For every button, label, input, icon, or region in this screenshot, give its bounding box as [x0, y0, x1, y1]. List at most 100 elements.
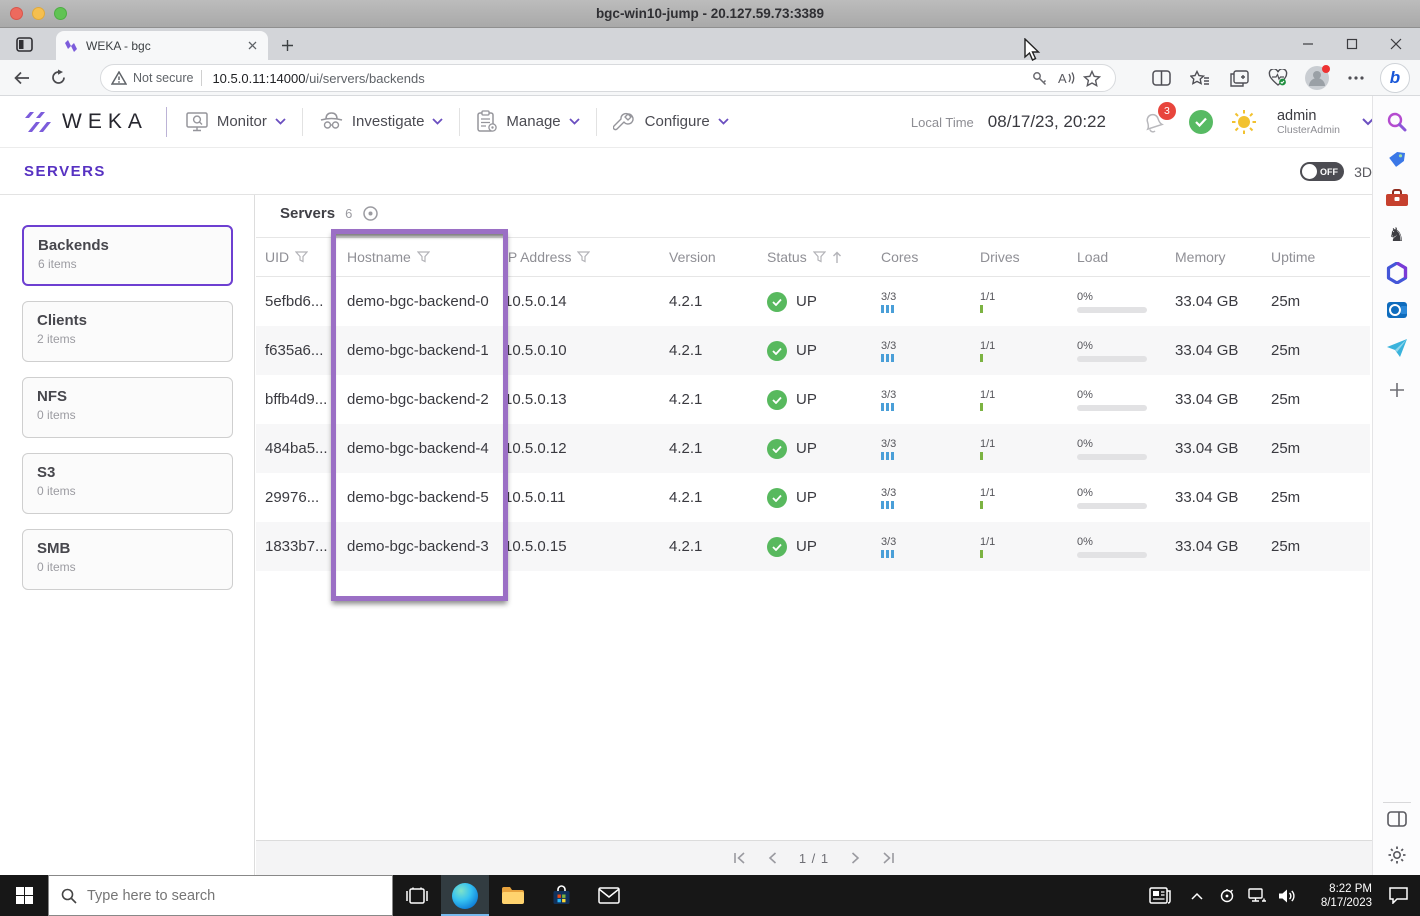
table-row[interactable]: 1833b7... demo-bgc-backend-3 10.5.0.15 4… [256, 522, 1370, 571]
table-row[interactable]: 5efbd6... demo-bgc-backend-0 10.5.0.14 4… [256, 277, 1370, 326]
profile-button[interactable] [1302, 63, 1332, 93]
load-bar [1077, 502, 1147, 509]
window-close-button[interactable] [1386, 34, 1406, 54]
menu-configure[interactable]: Configure [612, 111, 729, 133]
divider [1383, 802, 1411, 803]
status-up-icon [767, 340, 787, 361]
security-label[interactable]: Not secure [133, 71, 193, 85]
sidebar-add-button[interactable] [1383, 376, 1411, 404]
column-hostname[interactable]: Hostname [347, 249, 504, 265]
read-aloud-button[interactable]: A [1053, 65, 1079, 91]
table-row[interactable]: bffb4d9... demo-bgc-backend-2 10.5.0.13 … [256, 375, 1370, 424]
password-button[interactable] [1027, 65, 1053, 91]
cluster-health-ok-icon[interactable] [1188, 110, 1213, 134]
task-view-button[interactable] [393, 875, 441, 916]
sidebar-item-smb[interactable]: SMB 0 items [22, 529, 233, 590]
split-screen-button[interactable] [1146, 63, 1176, 93]
filter-icon[interactable] [416, 251, 430, 263]
sidebar-games-button[interactable]: ♞ [1383, 221, 1411, 249]
weka-logo-icon [25, 111, 51, 132]
sidebar-tools-button[interactable] [1383, 184, 1411, 212]
action-center-button[interactable] [1376, 875, 1420, 916]
new-tab-button[interactable] [278, 36, 296, 54]
reload-button[interactable] [44, 64, 72, 92]
browser-essentials-button[interactable] [1263, 63, 1293, 93]
column-status[interactable]: Status [767, 249, 881, 265]
profile-alert-dot [1322, 65, 1330, 73]
window-minimize-button[interactable] [1298, 34, 1318, 54]
table-body: 5efbd6... demo-bgc-backend-0 10.5.0.14 4… [256, 277, 1370, 571]
last-page-button[interactable] [882, 852, 895, 864]
sidebar-toggle-icon [1386, 811, 1407, 827]
sidebar-toggle-button[interactable] [1383, 805, 1411, 833]
remote-device-icon [1220, 888, 1234, 902]
column-ip-address[interactable]: IP Address [504, 249, 669, 265]
store-button[interactable] [537, 875, 585, 916]
weka-logo[interactable]: WEKA [24, 110, 148, 134]
address-bar[interactable]: Not secure 10.5.0.11:14000 /ui/servers/b… [100, 64, 1116, 92]
tray-expand-button[interactable] [1182, 875, 1212, 916]
theme-toggle-button[interactable] [1231, 109, 1257, 135]
browser-toolbar: Not secure 10.5.0.11:14000 /ui/servers/b… [0, 60, 1420, 96]
widgets-button[interactable] [1138, 875, 1182, 916]
tab-actions-button[interactable] [12, 33, 36, 55]
sidebar-search-button[interactable] [1383, 108, 1411, 136]
column-load[interactable]: Load [1077, 249, 1175, 265]
favorite-this-page-button[interactable] [1079, 65, 1105, 91]
column-cores[interactable]: Cores [881, 249, 980, 265]
3d-view-toggle[interactable]: OFF [1300, 162, 1344, 181]
visibility-icon[interactable] [362, 205, 379, 222]
tray-device-icon[interactable] [1212, 875, 1242, 916]
table-row[interactable]: 29976... demo-bgc-backend-5 10.5.0.11 4.… [256, 473, 1370, 522]
sidebar-item-backends[interactable]: Backends 6 items [22, 225, 233, 286]
window-maximize-button[interactable] [1342, 34, 1362, 54]
taskbar-clock[interactable]: 8:22 PM 8/17/2023 [1302, 882, 1376, 910]
browser-tab[interactable]: WEKA - bgc [56, 31, 268, 60]
filter-icon[interactable] [812, 251, 826, 263]
column-uid[interactable]: UID [265, 249, 347, 265]
tray-volume-icon[interactable] [1272, 875, 1302, 916]
sidebar-settings-button[interactable] [1383, 841, 1411, 869]
column-drives[interactable]: Drives [980, 249, 1077, 265]
table-row[interactable]: f635a6... demo-bgc-backend-1 10.5.0.10 4… [256, 326, 1370, 375]
menu-investigate[interactable]: Investigate [319, 111, 444, 133]
edge-taskbar-button[interactable] [441, 875, 489, 916]
sidebar-drop-button[interactable] [1383, 334, 1411, 362]
table-row[interactable]: 484ba5... demo-bgc-backend-4 10.5.0.12 4… [256, 424, 1370, 473]
sidebar-shopping-button[interactable] [1383, 146, 1411, 174]
sort-ascending-icon[interactable] [832, 251, 842, 264]
sidebar-item-nfs[interactable]: NFS 0 items [22, 377, 233, 438]
sidebar-m365-button[interactable] [1383, 259, 1411, 287]
menu-monitor[interactable]: Monitor [185, 111, 286, 132]
favorites-button[interactable] [1185, 63, 1215, 93]
tab-close-button[interactable] [244, 38, 260, 54]
column-uptime[interactable]: Uptime [1271, 249, 1370, 265]
taskbar-search-input[interactable] [87, 887, 347, 904]
search-icon [61, 888, 77, 904]
file-explorer-button[interactable] [489, 875, 537, 916]
filter-icon[interactable] [577, 251, 591, 263]
sidebar-item-s3[interactable]: S3 0 items [22, 453, 233, 514]
notifications-button[interactable]: 3 [1140, 101, 1176, 136]
first-page-button[interactable] [733, 852, 746, 864]
tray-network-icon[interactable] [1242, 875, 1272, 916]
browser-menu-button[interactable] [1341, 63, 1371, 93]
svg-text:A: A [1058, 71, 1067, 86]
bing-chat-button[interactable]: b [1380, 63, 1410, 93]
column-version[interactable]: Version [669, 249, 767, 265]
column-memory[interactable]: Memory [1175, 249, 1271, 265]
drives-cell: 1/1 [980, 340, 1077, 362]
start-button[interactable] [0, 875, 48, 916]
collections-button[interactable] [1224, 63, 1254, 93]
chevron-down-icon [718, 118, 729, 125]
sidebar-outlook-button[interactable] [1383, 296, 1411, 324]
filter-icon[interactable] [295, 251, 309, 263]
sidebar-item-clients[interactable]: Clients 2 items [22, 301, 233, 362]
back-button[interactable] [8, 64, 36, 92]
taskbar-search[interactable] [48, 875, 393, 916]
mail-button[interactable] [585, 875, 633, 916]
previous-page-button[interactable] [768, 852, 777, 864]
next-page-button[interactable] [851, 852, 860, 864]
m365-icon [1386, 262, 1407, 284]
menu-manage[interactable]: Manage [476, 110, 580, 133]
